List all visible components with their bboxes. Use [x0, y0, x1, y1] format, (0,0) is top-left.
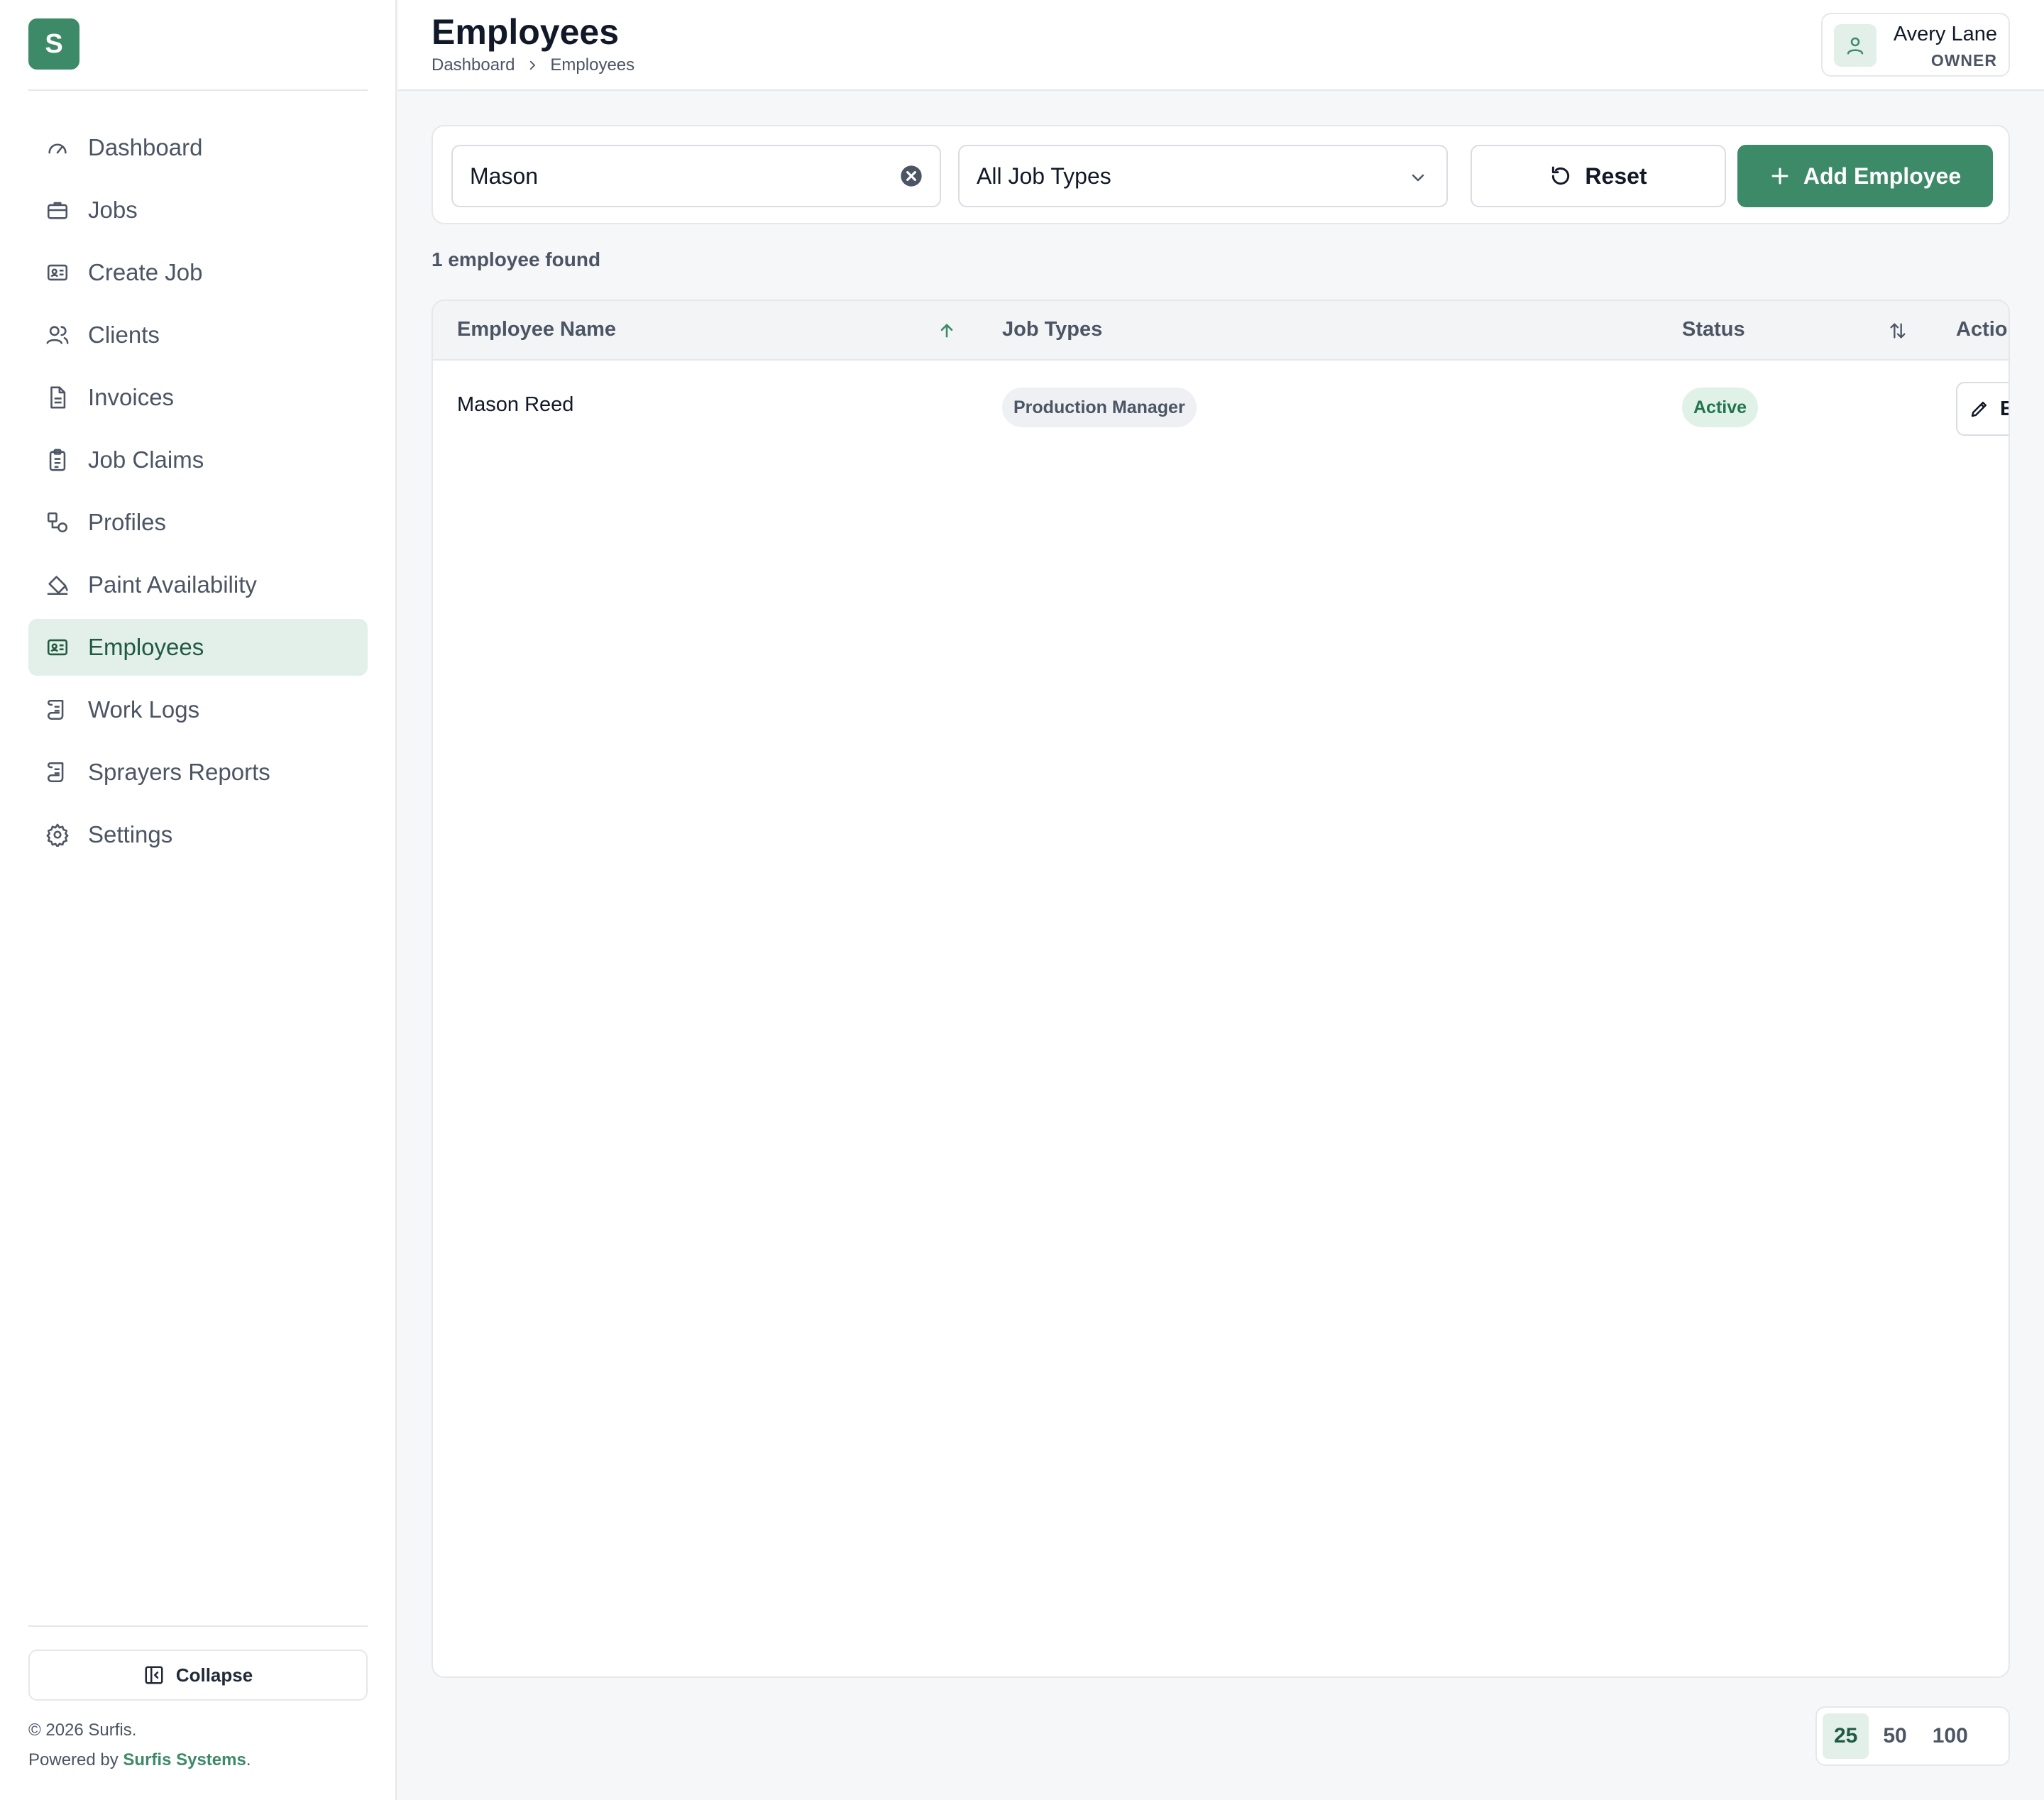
- sidebar-item-label: Jobs: [88, 197, 138, 223]
- user-name: Avery Lane: [1893, 23, 1997, 45]
- avatar: [1834, 24, 1877, 67]
- sidebar-item-label: Job Claims: [88, 446, 204, 473]
- reset-label: Reset: [1585, 163, 1647, 189]
- app-root: S Dashboard Jobs Create Job Clients Invo…: [0, 0, 2044, 1800]
- page-size-option-50[interactable]: 50: [1872, 1713, 1918, 1759]
- edit-label: Edit: [2000, 397, 2009, 421]
- sidebar-item-invoices[interactable]: Invoices: [28, 369, 368, 426]
- employee-name-cell: Mason Reed: [457, 393, 574, 416]
- powered-by-prefix: Powered by: [28, 1750, 123, 1769]
- scroll-icon: [47, 762, 64, 783]
- job-type-chip: Production Manager: [1002, 388, 1197, 427]
- table-header: Employee Name Job Types Status Actions: [433, 301, 2009, 361]
- column-header-status[interactable]: Status: [1682, 318, 1745, 341]
- job-type-selected-value: All Job Types: [977, 163, 1111, 189]
- gauge-icon: [48, 143, 67, 154]
- column-header-employee-name[interactable]: Employee Name: [457, 318, 616, 341]
- sidebar-item-work-logs[interactable]: Work Logs: [28, 681, 368, 738]
- logo[interactable]: S: [28, 18, 79, 70]
- job-type-select[interactable]: All Job Types: [958, 145, 1448, 207]
- user-role: OWNER: [1930, 51, 1997, 70]
- page-size-selector: 25 50 100: [1815, 1706, 2010, 1766]
- sidebar-item-jobs[interactable]: Jobs: [28, 182, 368, 238]
- sidebar-item-label: Invoices: [88, 384, 175, 410]
- table-row[interactable]: Mason Reed Production Manager Active Edi…: [433, 362, 2009, 453]
- sort-toggle-icon[interactable]: [1888, 321, 1908, 341]
- sort-ascending-icon[interactable]: [937, 321, 957, 341]
- id-card-icon: [47, 264, 68, 281]
- sidebar-item-label: Employees: [88, 634, 204, 660]
- sidebar-item-label: Sprayers Reports: [88, 759, 270, 785]
- document-icon: [50, 386, 66, 409]
- sidebar-footer-divider: [28, 1625, 368, 1627]
- add-employee-label: Add Employee: [1803, 163, 1962, 189]
- sidebar-item-clients[interactable]: Clients: [28, 307, 368, 363]
- search-field: [451, 145, 941, 207]
- sidebar-item-profiles[interactable]: Profiles: [28, 494, 368, 551]
- add-employee-button[interactable]: Add Employee: [1737, 145, 1993, 207]
- sidebar-item-job-claims[interactable]: Job Claims: [28, 432, 368, 488]
- sidebar-item-label: Create Job: [88, 259, 203, 285]
- sidebar-item-sprayers-reports[interactable]: Sprayers Reports: [28, 744, 368, 801]
- status-badge: Active: [1682, 388, 1759, 427]
- breadcrumb-item-dashboard[interactable]: Dashboard: [432, 55, 515, 75]
- powered-by-text: Powered by Surfis Systems.: [28, 1750, 251, 1770]
- breadcrumb-item-current: Employees: [550, 55, 635, 75]
- sidebar-item-create-job[interactable]: Create Job: [28, 244, 368, 301]
- reset-button[interactable]: Reset: [1471, 145, 1726, 207]
- clear-search-icon[interactable]: [900, 165, 923, 187]
- user-menu[interactable]: Avery Lane OWNER: [1821, 13, 2010, 77]
- page-title: Employees: [432, 12, 620, 52]
- sidebar-item-label: Settings: [88, 821, 173, 847]
- powered-by-brand-link[interactable]: Surfis Systems: [123, 1750, 246, 1769]
- reset-icon: [1552, 166, 1570, 185]
- clipboard-icon: [49, 449, 66, 471]
- sidebar-item-dashboard[interactable]: Dashboard: [28, 119, 368, 176]
- employees-table: Employee Name Job Types Status Actions M…: [432, 300, 2010, 1678]
- gear-icon: [46, 823, 69, 847]
- sidebar-item-label: Paint Availability: [88, 571, 257, 598]
- chevron-right-icon: [530, 60, 536, 70]
- users-icon: [46, 326, 69, 344]
- scroll-icon: [47, 699, 64, 720]
- chevron-down-icon: [1412, 174, 1424, 182]
- page-size-option-25[interactable]: 25: [1823, 1713, 1869, 1759]
- top-header: Employees Dashboard Employees Avery Lane…: [398, 0, 2044, 91]
- briefcase-icon: [47, 202, 68, 219]
- result-count: 1 employee found: [432, 248, 601, 270]
- sidebar-item-label: Clients: [88, 322, 160, 348]
- pencil-icon: [1971, 402, 1987, 417]
- column-header-job-types: Job Types: [1002, 318, 1103, 341]
- sidebar-item-label: Dashboard: [88, 134, 203, 160]
- filter-bar: All Job Types Reset Add Employee: [432, 125, 2010, 224]
- sidebar-item-employees[interactable]: Employees: [28, 619, 368, 676]
- sidebar-item-settings[interactable]: Settings: [28, 806, 368, 863]
- collapse-label: Collapse: [175, 1664, 253, 1686]
- sidebar-item-paint-availability[interactable]: Paint Availability: [28, 556, 368, 613]
- sidebar-divider: [28, 89, 368, 91]
- plus-icon: [1771, 168, 1788, 185]
- copyright-text: © 2026 Surfis.: [28, 1721, 137, 1740]
- id-card-icon: [47, 639, 68, 656]
- edit-button[interactable]: Edit: [1956, 382, 2009, 436]
- powered-by-suffix: .: [246, 1750, 251, 1769]
- shapes-icon: [47, 512, 68, 533]
- sidebar-nav: Dashboard Jobs Create Job Clients Invoic…: [28, 119, 368, 869]
- sidebar-collapse-icon: [145, 1666, 163, 1684]
- sidebar-item-label: Work Logs: [88, 696, 200, 723]
- breadcrumb: Dashboard Employees: [432, 55, 634, 75]
- column-header-actions: Actions: [1956, 318, 2009, 341]
- paint-bucket-icon: [47, 576, 68, 596]
- collapse-button[interactable]: Collapse: [28, 1650, 368, 1701]
- page-size-option-100[interactable]: 100: [1921, 1713, 1979, 1759]
- search-input[interactable]: [470, 146, 889, 206]
- user-icon: [1847, 37, 1864, 55]
- sidebar-item-label: Profiles: [88, 509, 167, 535]
- sidebar: S Dashboard Jobs Create Job Clients Invo…: [0, 0, 397, 1800]
